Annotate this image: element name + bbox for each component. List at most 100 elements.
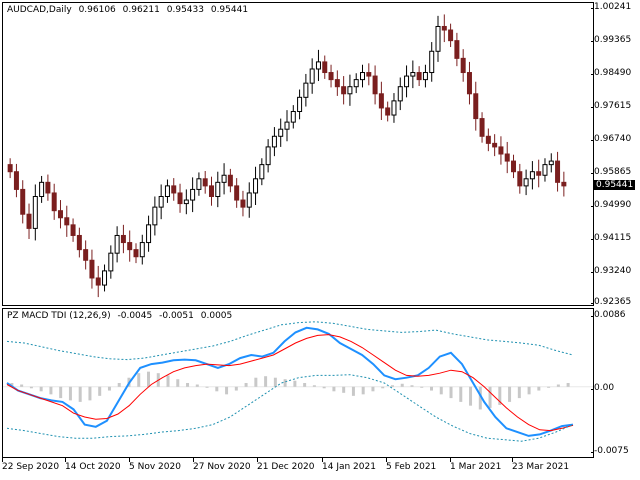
candle-body — [322, 61, 328, 74]
candle-body — [7, 164, 13, 173]
histogram-bar — [527, 386, 531, 395]
candle-body — [127, 242, 133, 251]
candle-body — [95, 277, 101, 286]
candle-body — [422, 72, 428, 81]
indicator-label: PZ MACD TDI (12,26,9) — [7, 311, 111, 321]
histogram-bar — [351, 386, 355, 396]
histogram-bar — [537, 386, 541, 391]
candle-body — [479, 118, 485, 137]
indicator-pane[interactable]: PZ MACD TDI (12,26,9) -0.0045 -0.0051 0.… — [2, 308, 594, 458]
candle-body — [385, 107, 391, 116]
histogram-bar — [39, 386, 43, 392]
candle-body — [202, 178, 208, 187]
histogram-bar — [225, 386, 229, 395]
time-axis-label: 1 Mar 2021 — [450, 458, 502, 472]
candle-body — [511, 160, 517, 173]
candle-body — [265, 146, 271, 166]
histogram-bar — [234, 386, 238, 391]
candle-body — [221, 174, 227, 183]
histogram-bar — [517, 386, 521, 399]
candle-body — [555, 160, 561, 183]
candle-body — [353, 79, 359, 88]
histogram-bar — [78, 386, 82, 402]
candle-body — [429, 50, 435, 74]
candle-body — [139, 242, 145, 258]
histogram-bar — [59, 386, 63, 399]
histogram-bar — [186, 383, 190, 387]
price-axis-label: 0.93240 — [590, 266, 632, 276]
macd-fast-line — [6, 326, 574, 437]
histogram-bar — [449, 386, 453, 399]
histogram-bar — [566, 383, 570, 387]
indicator-value-3: 0.0005 — [200, 311, 233, 321]
macd-signal-line — [6, 334, 574, 432]
candle-body — [45, 181, 51, 194]
candle-body — [397, 86, 403, 102]
indicator-axis[interactable]: 0.0086 0.00 -0.0075 — [590, 308, 640, 456]
time-axis[interactable]: 22 Sep 2020 14 Oct 2020 5 Nov 2020 27 No… — [2, 458, 592, 478]
histogram-bar — [264, 376, 268, 387]
histogram-bar — [508, 386, 512, 402]
histogram-bar — [361, 386, 365, 395]
ohlc-close: 0.95441 — [210, 5, 249, 15]
indicator-axis-label: 0.00 — [590, 383, 615, 393]
candle-body — [366, 72, 372, 77]
price-axis-label: 0.96740 — [590, 134, 632, 144]
histogram-bar — [147, 371, 150, 387]
histogram-bar — [244, 383, 248, 387]
histogram-bar — [176, 379, 180, 387]
candle-body — [498, 146, 504, 155]
histogram-bar — [117, 383, 121, 387]
price-chart-pane[interactable]: AUDCAD,Daily 0.96106 0.96211 0.95433 0.9… — [2, 2, 594, 306]
indicator-value-1: -0.0045 — [117, 311, 153, 321]
candle-body — [404, 75, 410, 88]
candle-body — [246, 192, 252, 208]
candle-body — [416, 72, 422, 81]
candle-body — [347, 86, 353, 95]
time-axis-label: 14 Jan 2021 — [322, 458, 376, 472]
histogram-bar — [547, 386, 551, 388]
candle-body — [51, 192, 57, 212]
macd-tdi-chart — [3, 321, 593, 442]
candle-body — [196, 178, 202, 190]
candle-body — [303, 82, 309, 98]
histogram-bar — [29, 386, 33, 389]
tdi-band-line — [6, 321, 574, 361]
histogram-bar — [283, 379, 287, 387]
candle-body — [240, 199, 246, 208]
histogram-bar — [303, 383, 307, 387]
candle-body — [328, 72, 334, 81]
candle-body — [410, 72, 416, 77]
histogram-bar — [273, 377, 277, 387]
histogram-bar — [88, 386, 92, 401]
candle-body — [26, 213, 32, 229]
candle-body — [548, 160, 554, 166]
candle-body — [208, 185, 214, 198]
candle-body — [441, 25, 447, 31]
price-axis[interactable]: 1.00241 0.99365 0.98490 0.97615 0.96740 … — [590, 2, 640, 307]
time-axis-label: 21 Dec 2020 — [257, 458, 315, 472]
candle-body — [158, 196, 164, 208]
candle-body — [271, 135, 277, 148]
candle-body — [215, 181, 221, 198]
candle-body — [536, 171, 542, 176]
histogram-bar — [293, 380, 297, 387]
ohlc-high: 0.96211 — [122, 5, 160, 15]
histogram-bar — [332, 386, 336, 392]
candle-body — [517, 171, 523, 187]
ohlc-open: 0.96106 — [78, 5, 116, 15]
histogram-bar — [166, 375, 170, 387]
candle-body — [309, 68, 315, 84]
candle-body — [466, 72, 472, 95]
time-axis-label: 5 Nov 2020 — [129, 458, 181, 472]
histogram-bar — [215, 386, 219, 392]
candle-body — [114, 234, 120, 254]
candle-body — [523, 178, 529, 187]
indicator-axis-label: -0.0075 — [591, 446, 629, 456]
symbol-label: AUDCAD,Daily — [7, 5, 72, 15]
chart-header: AUDCAD,Daily 0.96106 0.96211 0.95433 0.9… — [7, 5, 252, 15]
candle-body — [297, 96, 303, 112]
indicator-value-2: -0.0051 — [159, 311, 194, 321]
candle-body — [492, 142, 498, 148]
candle-body — [460, 57, 466, 74]
